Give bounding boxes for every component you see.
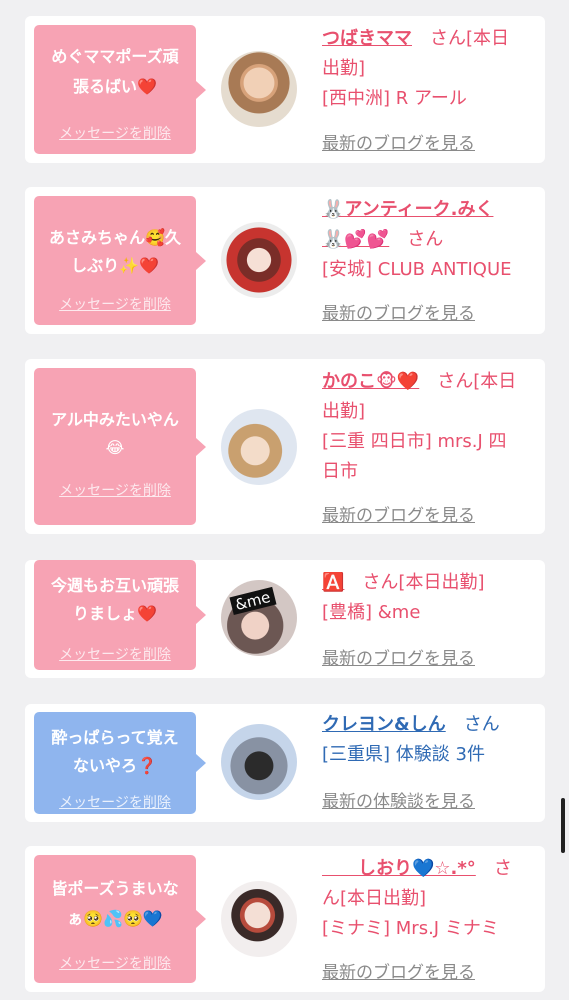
latest-blog-link[interactable]: 最新のブログを見る (322, 644, 475, 669)
sender-name-link[interactable]: つばきママ (322, 28, 412, 49)
avatar[interactable] (221, 51, 297, 127)
sender-info: 🐰アンティーク.みく 🐰💕💕 さん [安城] CLUB ANTIQUE (322, 195, 542, 285)
message-text-line1: めぐママポーズ頑 (51, 47, 179, 66)
message-bubble: めぐママポーズ頑 張るばい❤️ メッセージを削除 (34, 25, 206, 154)
message-bubble: アル中みたいやん 😂 メッセージを削除 (34, 368, 206, 525)
avatar[interactable]: &me (221, 580, 297, 656)
message-text-line1: 酔っぱらって覚え (51, 728, 179, 747)
delete-message-link[interactable]: メッセージを削除 (34, 792, 196, 812)
delete-message-link[interactable]: メッセージを削除 (34, 953, 196, 973)
latest-blog-link[interactable]: 最新のブログを見る (322, 299, 475, 324)
message-card: 酔っぱらって覚え ないやろ❓ メッセージを削除 クレヨン&しん さん [三重県]… (25, 704, 545, 822)
latest-blog-link[interactable]: 最新のブログを見る (322, 958, 475, 983)
sender-info: かのこ🐵❤️ さん[本日 出勤] [三重 四日市] mrs.J 四 日市 (322, 367, 542, 487)
message-card: めぐママポーズ頑 張るばい❤️ メッセージを削除 つばきママ さん[本日 出勤]… (25, 16, 545, 163)
sender-name-link[interactable]: 🅰️ (322, 572, 344, 593)
message-text-line2: りましょ❤️ (73, 604, 157, 623)
sender-name-link[interactable]: 🐰アンティーク.みく (322, 199, 493, 220)
message-text-line1: 今週もお互い頑張 (50, 576, 179, 595)
delete-message-link[interactable]: メッセージを削除 (34, 480, 196, 500)
message-card: アル中みたいやん 😂 メッセージを削除 かのこ🐵❤️ さん[本日 出勤] [三重… (25, 359, 545, 534)
sender-info: 🅰️ さん[本日出勤] [豊橋] &me (322, 568, 542, 628)
sender-status: さん (463, 714, 500, 735)
sender-name-link[interactable]: クレヨン&しん (322, 714, 446, 735)
avatar[interactable] (221, 881, 297, 957)
sender-status: さん[本日 (437, 371, 517, 392)
message-text-line1: 皆ポーズうまいな (51, 879, 179, 898)
avatar-label: &me (229, 586, 277, 616)
message-text-line2: ぁ🥺💦🥺💙 (67, 909, 163, 928)
sender-status-cont: 出勤] (322, 58, 366, 79)
delete-message-link[interactable]: メッセージを削除 (34, 644, 196, 664)
sender-shop-cont: 日市 (322, 461, 358, 482)
message-card: 皆ポーズうまいな ぁ🥺💦🥺💙 メッセージを削除 しおり💙☆.*° さ ん[本日出… (25, 846, 545, 992)
sender-report-count: [三重県] 体験談 3件 (322, 744, 485, 765)
latest-blog-link[interactable]: 最新のブログを見る (322, 129, 475, 154)
message-bubble: 酔っぱらって覚え ないやろ❓ メッセージを削除 (34, 712, 206, 814)
message-bubble: 今週もお互い頑張 りましょ❤️ メッセージを削除 (34, 560, 206, 670)
sender-shop: [安城] CLUB ANTIQUE (322, 259, 512, 280)
message-bubble: あさみちゃん🥰久 しぶり✨❤️ メッセージを削除 (34, 196, 206, 325)
sender-shop: [豊橋] &me (322, 602, 421, 623)
latest-review-link[interactable]: 最新の体験談を見る (322, 787, 475, 812)
sender-status: さん[本日 (430, 28, 510, 49)
sender-status: さん (407, 229, 444, 250)
delete-message-link[interactable]: メッセージを削除 (34, 294, 196, 314)
avatar[interactable] (221, 409, 297, 485)
scrollbar[interactable] (561, 798, 565, 853)
sender-shop: [ミナミ] Mrs.J ミナミ (322, 918, 499, 939)
sender-name-link[interactable]: しおり💙☆.*° (322, 858, 476, 879)
sender-info: つばきママ さん[本日 出勤] [西中洲] R アール (322, 24, 542, 114)
latest-blog-link[interactable]: 最新のブログを見る (322, 501, 475, 526)
message-text-line2: ないやろ❓ (73, 756, 157, 775)
sender-name-link[interactable]: かのこ🐵❤️ (322, 371, 419, 392)
sender-info: クレヨン&しん さん [三重県] 体験談 3件 (322, 710, 542, 770)
sender-status: さん[本日出勤] (362, 572, 485, 593)
sender-status-cont: 出勤] (322, 401, 366, 422)
sender-shop: [西中洲] R アール (322, 88, 467, 109)
message-bubble: 皆ポーズうまいな ぁ🥺💦🥺💙 メッセージを削除 (34, 855, 206, 983)
avatar[interactable] (221, 222, 297, 298)
message-text-line2: しぶり✨❤️ (71, 256, 159, 275)
message-text-line2: 😂 (105, 438, 125, 457)
message-text-line2: 張るばい❤️ (73, 77, 157, 96)
delete-message-link[interactable]: メッセージを削除 (34, 123, 196, 143)
sender-status: さ (493, 858, 512, 879)
message-text-line1: アル中みたいやん (51, 410, 179, 429)
sender-shop: [三重 四日市] mrs.J 四 (322, 431, 507, 452)
sender-status-cont: ん[本日出勤] (322, 888, 427, 909)
sender-info: しおり💙☆.*° さ ん[本日出勤] [ミナミ] Mrs.J ミナミ (322, 854, 542, 944)
avatar[interactable] (221, 724, 297, 800)
message-card: あさみちゃん🥰久 しぶり✨❤️ メッセージを削除 🐰アンティーク.みく 🐰💕💕 … (25, 187, 545, 334)
message-card: 今週もお互い頑張 りましょ❤️ メッセージを削除 &me 🅰️ さん[本日出勤]… (25, 560, 545, 678)
sender-name-link-cont[interactable]: 🐰💕💕 (322, 229, 389, 250)
message-text-line1: あさみちゃん🥰久 (49, 228, 181, 247)
